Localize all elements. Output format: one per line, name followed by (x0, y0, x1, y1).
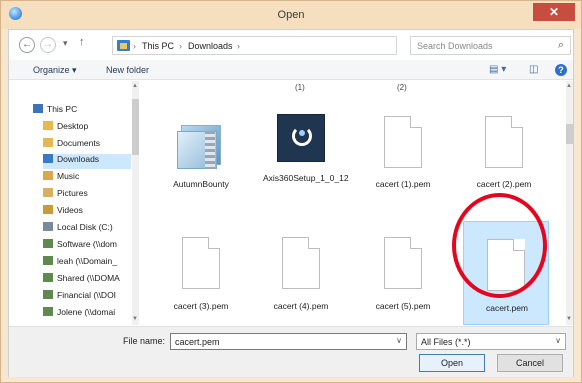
music-icon (43, 171, 53, 180)
group-label-1: (1) (295, 83, 305, 92)
disk-icon (43, 222, 53, 231)
sidebar-item-downloads[interactable]: Downloads (43, 154, 131, 169)
file-name: Axis360Setup_1_0_12 (263, 173, 349, 183)
sidebar-item-jolene[interactable]: Jolene (\\domai (43, 307, 115, 322)
change-view-icon[interactable]: ▤ ▾ (489, 64, 506, 75)
document-icon (282, 237, 320, 289)
file-type-value: All Files (*.*) (421, 337, 471, 347)
help-icon[interactable]: ? (555, 64, 567, 76)
file-list-scroll-down-icon[interactable]: ▼ (566, 316, 572, 322)
highlight-circle (452, 193, 547, 298)
cancel-button[interactable]: Cancel (497, 354, 563, 372)
forward-button[interactable]: → (40, 37, 56, 53)
sidebar-item-videos[interactable]: Videos (43, 205, 83, 220)
sidebar-item-documents[interactable]: Documents (43, 138, 100, 153)
file-name-label: File name: (123, 336, 166, 346)
group-label-2: (2) (397, 83, 407, 92)
sidebar-item-music[interactable]: Music (43, 171, 79, 186)
sidebar-scroll-down-icon[interactable]: ▼ (132, 316, 138, 322)
file-list-scrollbar[interactable] (566, 81, 573, 325)
file-list-scroll-up-icon[interactable]: ▲ (566, 83, 572, 89)
navigation-pane: This PC Desktop Documents Downloads Musi… (9, 81, 139, 325)
file-item-cacert-5[interactable]: cacert (5).pem (365, 221, 441, 321)
file-item-axis360setup[interactable]: Axis360Setup_1_0_12 (263, 101, 349, 201)
folder-icon (43, 121, 53, 130)
sidebar-item-software[interactable]: Software (\\dom (43, 239, 117, 254)
title-bar: Open ✕ (1, 1, 581, 29)
recent-locations-dropdown[interactable]: ▾ (63, 38, 68, 49)
new-folder-button[interactable]: New folder (106, 65, 149, 75)
sidebar-scroll-up-icon[interactable]: ▲ (132, 83, 138, 89)
file-item-autumnbounty[interactable]: AutumnBounty (163, 101, 239, 201)
videos-icon (43, 205, 53, 214)
file-name: AutumnBounty (173, 179, 229, 189)
downloads-icon (43, 154, 53, 163)
document-icon (182, 237, 220, 289)
file-name: cacert (1).pem (375, 179, 431, 189)
back-button[interactable]: ← (19, 37, 35, 53)
file-list-scroll-thumb[interactable] (566, 124, 573, 144)
downloads-folder-icon (117, 40, 130, 51)
pictures-icon (43, 188, 53, 197)
file-name: cacert.pem (485, 303, 529, 313)
file-name: cacert (5).pem (375, 301, 431, 311)
file-type-select[interactable]: All Files (*.*) ∨ (416, 333, 566, 350)
breadcrumb-this-pc[interactable]: This PC (142, 41, 174, 51)
preview-pane-icon[interactable]: ◫ (529, 64, 538, 75)
breadcrumb-separator-icon: › (179, 41, 182, 51)
network-drive-icon (43, 239, 53, 248)
network-drive-icon (43, 307, 53, 316)
search-icon[interactable]: ⌕ (558, 39, 564, 52)
sidebar-item-desktop[interactable]: Desktop (43, 121, 88, 136)
open-button[interactable]: Open (419, 354, 485, 372)
search-placeholder: Search Downloads (417, 41, 493, 51)
close-button[interactable]: ✕ (533, 3, 575, 21)
network-drive-icon (43, 273, 53, 282)
sidebar-item-pictures[interactable]: Pictures (43, 188, 88, 203)
document-icon (384, 116, 422, 168)
file-item-cacert-3[interactable]: cacert (3).pem (163, 221, 239, 321)
network-drive-icon (43, 290, 53, 299)
sidebar-item-shared[interactable]: Shared (\\DOMA (43, 273, 120, 288)
network-drive-icon (43, 256, 53, 265)
sidebar-item-leah[interactable]: leah (\\Domain_ (43, 256, 117, 271)
file-name-input[interactable]: cacert.pem ∨ (170, 333, 407, 350)
document-icon (384, 237, 422, 289)
pc-icon (33, 104, 43, 113)
zip-folder-icon (177, 123, 225, 169)
file-name-dropdown-icon[interactable]: ∨ (396, 336, 402, 345)
window-title: Open (277, 9, 305, 21)
organize-button[interactable]: Organize ▾ (33, 65, 77, 76)
file-item-cacert-2[interactable]: cacert (2).pem (466, 101, 542, 201)
sidebar-scroll-thumb[interactable] (132, 99, 139, 155)
sidebar-item-local-disk[interactable]: Local Disk (C:) (43, 222, 113, 237)
sidebar-item-this-pc[interactable]: This PC (33, 104, 77, 119)
address-bar[interactable]: › This PC › Downloads › ∨ ↻ (112, 36, 497, 55)
document-icon (485, 116, 523, 168)
file-type-dropdown-icon[interactable]: ∨ (555, 336, 561, 345)
file-name: cacert (2).pem (476, 179, 532, 189)
file-name-panel: File name: cacert.pem ∨ All Files (*.*) … (9, 326, 573, 377)
folder-icon (43, 138, 53, 147)
sidebar-item-financial[interactable]: Financial (\\DOI (43, 290, 116, 305)
file-name: cacert (4).pem (273, 301, 329, 311)
file-name: cacert (3).pem (173, 301, 229, 311)
breadcrumb-downloads[interactable]: Downloads (188, 41, 233, 51)
file-name-value: cacert.pem (175, 337, 220, 347)
toolbar: Organize ▾ New folder ▤ ▾ ◫ ? (9, 60, 573, 80)
file-item-cacert-1[interactable]: cacert (1).pem (365, 101, 441, 201)
search-input[interactable]: Search Downloads ⌕ (410, 36, 571, 55)
breadcrumb-separator-icon: › (133, 41, 136, 51)
installer-icon (277, 114, 325, 162)
open-dialog: Open ✕ ← → ▾ ↑ › This PC › Downloads › ∨… (0, 0, 582, 383)
breadcrumb-separator-icon: › (237, 41, 240, 51)
file-item-cacert-4[interactable]: cacert (4).pem (263, 221, 339, 321)
up-button[interactable]: ↑ (79, 36, 85, 48)
